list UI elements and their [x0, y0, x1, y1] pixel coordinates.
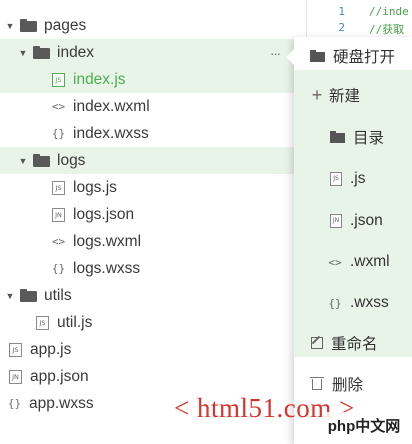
chevron-down-icon[interactable]: ▼ — [4, 291, 16, 301]
folder-icon — [20, 289, 37, 302]
line-number: 2 — [338, 21, 345, 34]
tree-item-label: app.js — [30, 340, 72, 358]
tree-file-index-wxss[interactable]: {} index.wxss — [0, 120, 306, 147]
js-file-icon: JS — [52, 180, 65, 195]
menu-item-new-wxss[interactable]: {} .wxss — [294, 288, 412, 318]
context-menu: 硬盘打开 + 新建 目录 JS .js JN .json <> .wxml {}… — [286, 37, 412, 444]
edit-icon — [311, 337, 323, 349]
tree-item-label: app.wxss — [29, 394, 94, 412]
curly-braces-icon: {} — [51, 127, 66, 140]
menu-item-open-in-disk[interactable]: 硬盘打开 — [294, 41, 412, 71]
chevron-down-icon[interactable]: ▼ — [17, 48, 29, 58]
tree-item-label: utils — [44, 286, 72, 304]
menu-item-rename[interactable]: 重命名 — [294, 328, 412, 358]
tree-file-app-json[interactable]: JN app.json — [0, 363, 306, 390]
more-options-icon[interactable]: ··· — [270, 46, 281, 61]
tree-item-label: index.wxss — [73, 124, 149, 142]
tree-item-label: logs — [57, 151, 86, 169]
tree-item-label: index — [57, 43, 95, 61]
tree-folder-pages[interactable]: ▼ pages — [0, 12, 306, 39]
tree-file-app-js[interactable]: JS app.js — [0, 336, 306, 363]
tree-item-label: index.wxml — [73, 97, 150, 115]
tree-item-label: logs.wxml — [73, 232, 142, 250]
new-submenu: + 新建 目录 JS .js JN .json <> .wxml {} .wxs… — [294, 70, 412, 357]
tree-item-label: logs.wxss — [73, 259, 141, 277]
line-number: 1 — [338, 5, 345, 18]
folder-icon — [33, 46, 50, 59]
tree-item-label: index.js — [73, 70, 126, 88]
tree-file-util-js[interactable]: JS util.js — [0, 309, 306, 336]
code-brackets-icon: <> — [51, 235, 66, 248]
menu-item-new-wxml[interactable]: <> .wxml — [294, 247, 412, 277]
code-brackets-icon: <> — [328, 255, 342, 269]
js-file-icon: JS — [330, 172, 342, 186]
file-explorer: ▼ pages ▼ index ··· JS index.js <> index… — [0, 0, 306, 444]
menu-item-label: .json — [350, 212, 383, 229]
trash-icon — [310, 376, 324, 390]
js-file-icon: JS — [36, 315, 49, 330]
chevron-down-icon[interactable]: ▼ — [17, 156, 29, 166]
menu-item-new-folder[interactable]: 目录 — [294, 122, 412, 152]
folder-icon — [330, 131, 345, 143]
curly-braces-icon: {} — [7, 397, 22, 410]
folder-icon — [33, 154, 50, 167]
tree-folder-utils[interactable]: ▼ utils — [0, 282, 306, 309]
tree-file-index-js[interactable]: JS index.js — [0, 66, 306, 93]
tree-folder-logs[interactable]: ▼ logs — [0, 147, 306, 174]
menu-item-label: 重命名 — [331, 336, 378, 353]
curly-braces-icon: {} — [51, 262, 66, 275]
menu-item-label: 新建 — [329, 88, 361, 105]
menu-item-label: .wxml — [350, 253, 390, 270]
menu-item-label: 删除 — [332, 377, 364, 394]
menu-item-new-js[interactable]: JS .js — [294, 164, 412, 194]
tree-folder-index[interactable]: ▼ index ··· — [0, 39, 306, 66]
tree-file-logs-js[interactable]: JS logs.js — [0, 174, 306, 201]
tree-file-logs-wxml[interactable]: <> logs.wxml — [0, 228, 306, 255]
json-file-icon: JN — [52, 207, 65, 222]
watermark-badge: php中文网 — [322, 412, 406, 438]
json-file-icon: JN — [9, 369, 22, 384]
chevron-down-icon[interactable]: ▼ — [4, 21, 16, 31]
tree-item-label: app.json — [30, 367, 89, 385]
tree-item-label: pages — [44, 16, 87, 34]
js-file-icon: JS — [52, 72, 65, 87]
code-text: //获取 — [369, 23, 405, 36]
tree-item-label: logs.json — [73, 205, 135, 223]
menu-item-label: .js — [350, 170, 366, 187]
folder-icon — [20, 19, 37, 32]
menu-item-new-json[interactable]: JN .json — [294, 206, 412, 236]
menu-item-label: .wxss — [350, 294, 389, 311]
tree-file-index-wxml[interactable]: <> index.wxml — [0, 93, 306, 120]
tree-file-logs-wxss[interactable]: {} logs.wxss — [0, 255, 306, 282]
tree-item-label: util.js — [57, 313, 93, 331]
folder-icon — [310, 50, 325, 62]
code-text: //inde — [369, 5, 409, 18]
js-file-icon: JS — [9, 342, 22, 357]
code-brackets-icon: <> — [51, 100, 66, 113]
menu-item-label: 硬盘打开 — [333, 49, 396, 66]
tree-file-logs-json[interactable]: JN logs.json — [0, 201, 306, 228]
tree-item-label: logs.js — [73, 178, 117, 196]
curly-braces-icon: {} — [328, 296, 342, 310]
menu-item-new[interactable]: + 新建 — [294, 80, 412, 110]
menu-item-label: 目录 — [353, 130, 385, 147]
plus-icon: + — [311, 84, 323, 105]
json-file-icon: JN — [330, 214, 342, 228]
